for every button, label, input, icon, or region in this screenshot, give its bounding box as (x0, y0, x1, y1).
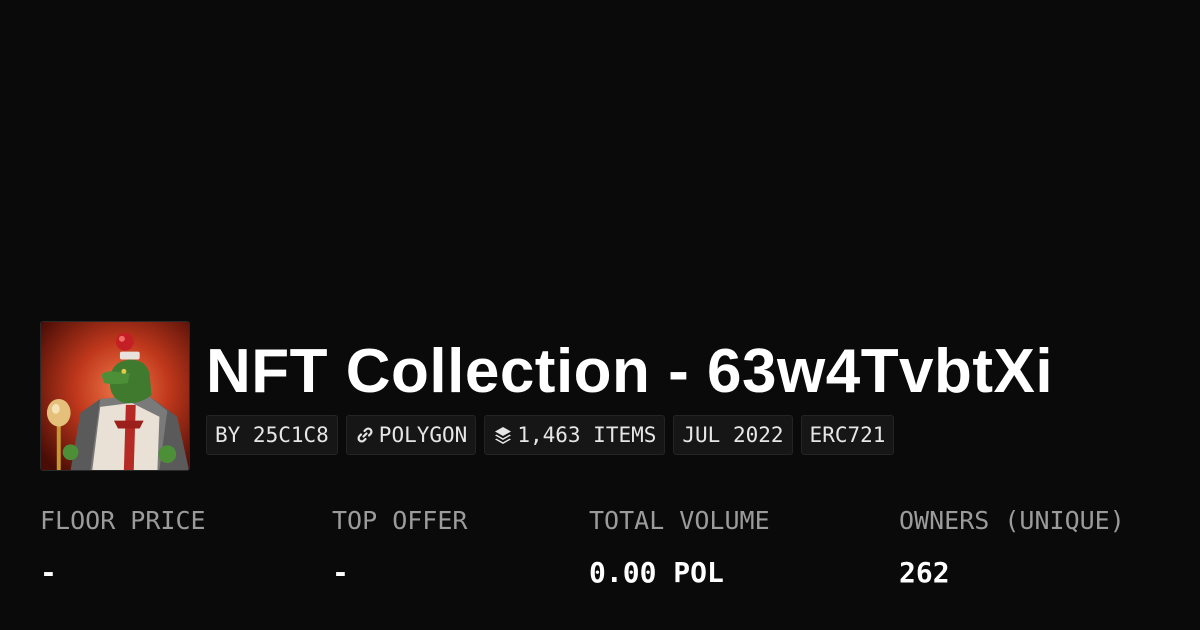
owners-value: 262 (899, 556, 950, 589)
chain-tag-label: POLYGON (378, 423, 468, 447)
layers-icon (493, 425, 513, 445)
date-tag-label: JUL 2022 (682, 423, 784, 447)
owners-stat: OWNERS (UNIQUE) 262 (899, 503, 1125, 591)
date-tag: JUL 2022 (673, 415, 793, 455)
items-tag[interactable]: 1,463 ITEMS (484, 415, 666, 455)
top-offer-stat: TOP OFFER - (332, 503, 467, 591)
creator-tag[interactable]: BY 25C1C8 (206, 415, 338, 455)
collection-avatar (40, 321, 190, 471)
floor-price-stat: FLOOR PRICE - (40, 503, 206, 591)
top-offer-value: - (332, 556, 349, 589)
chain-tag[interactable]: POLYGON (345, 415, 477, 455)
floor-price-value: - (40, 556, 57, 589)
standard-tag-label: ERC721 (809, 423, 886, 447)
total-volume-stat: TOTAL VOLUME 0.00 POL (589, 503, 770, 591)
total-volume-label: TOTAL VOLUME (589, 506, 770, 535)
items-tag-label: 1,463 ITEMS (517, 423, 657, 447)
owners-label: OWNERS (UNIQUE) (899, 506, 1125, 535)
creator-tag-label: BY 25C1C8 (215, 423, 329, 447)
collection-tags: BY 25C1C8 POLYGON 1,463 ITEMS JUL 2022 E… (206, 415, 895, 455)
link-icon (355, 425, 375, 445)
standard-tag: ERC721 (800, 415, 895, 455)
floor-price-label: FLOOR PRICE (40, 506, 206, 535)
total-volume-value: 0.00 POL (589, 556, 724, 589)
top-offer-label: TOP OFFER (332, 506, 468, 535)
page-title: NFT Collection - 63w4TvbtXi (206, 337, 1054, 406)
